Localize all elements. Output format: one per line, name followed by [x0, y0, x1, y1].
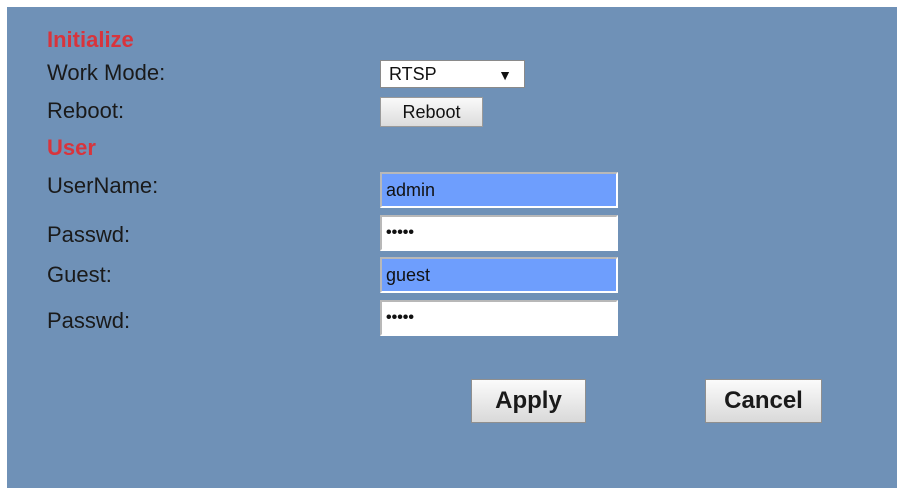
work-mode-select[interactable]: RTSP ▼	[380, 60, 525, 88]
passwd-input[interactable]: •••••	[380, 215, 618, 251]
settings-panel: Initialize Work Mode: RTSP ▼ Reboot: Reb…	[7, 7, 897, 488]
triangle-down-icon: ▼	[498, 67, 512, 83]
work-mode-value: RTSP	[389, 63, 437, 84]
apply-button[interactable]: Apply	[471, 379, 586, 423]
user-section-title: User	[47, 135, 96, 160]
guest-passwd-input[interactable]: •••••	[380, 300, 618, 336]
passwd-label: Passwd:	[47, 222, 131, 247]
username-label: UserName:	[47, 173, 159, 198]
work-mode-label: Work Mode:	[47, 60, 166, 85]
cancel-button[interactable]: Cancel	[705, 379, 822, 423]
guest-passwd-label: Passwd:	[47, 308, 131, 333]
guest-label: Guest:	[47, 262, 112, 287]
initialize-section-title: Initialize	[47, 27, 134, 52]
username-input[interactable]: admin	[380, 172, 618, 208]
reboot-label: Reboot:	[47, 98, 125, 123]
guest-input[interactable]: guest	[380, 257, 618, 293]
reboot-button[interactable]: Reboot	[380, 97, 483, 127]
